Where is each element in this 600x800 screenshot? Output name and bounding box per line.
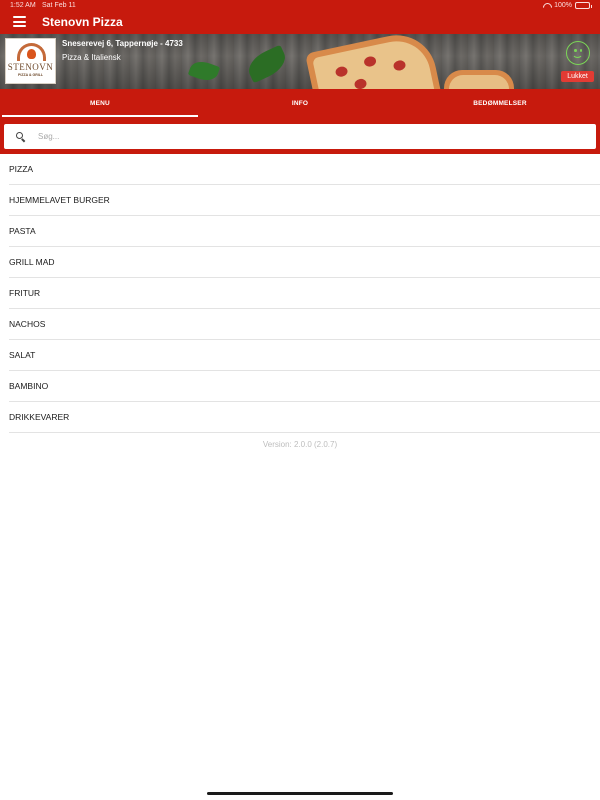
battery-percent: 100% — [554, 2, 572, 9]
tab-bar: MENU INFO BEDØMMELSER — [0, 89, 600, 118]
hamburger-menu-icon[interactable] — [13, 16, 26, 28]
menu-category-item[interactable]: GRILL MAD — [9, 247, 600, 278]
menu-category-item[interactable]: NACHOS — [9, 309, 600, 340]
search-input[interactable] — [38, 128, 578, 145]
menu-category-list: PIZZA HJEMMELAVET BURGER PASTA GRILL MAD… — [9, 154, 600, 433]
restaurant-address: Sneserevej 6, Tappernøje - 4733 — [62, 39, 183, 48]
menu-category-item[interactable]: SALAT — [9, 340, 600, 371]
app-version: Version: 2.0.0 (2.0.7) — [262, 440, 338, 449]
menu-category-item[interactable]: FRITUR — [9, 278, 600, 309]
flame-icon — [27, 49, 36, 59]
app-title: Stenovn Pizza — [42, 15, 123, 29]
logo-subtitle: PIZZA & GRILL — [18, 73, 43, 77]
status-badge: Lukket — [561, 71, 594, 82]
tab-info[interactable]: INFO — [200, 89, 400, 118]
wifi-icon — [542, 3, 551, 9]
status-right: 100% — [542, 2, 592, 9]
battery-icon — [575, 2, 592, 9]
menu-category-item[interactable]: PIZZA — [9, 154, 600, 185]
restaurant-category: Pizza & Italiensk — [62, 53, 121, 62]
search-icon — [16, 132, 25, 141]
happy-smiley-icon[interactable] — [566, 41, 590, 65]
search-box[interactable] — [4, 124, 596, 149]
status-time: 1:52 AM — [10, 2, 36, 9]
tab-menu[interactable]: MENU — [0, 89, 200, 118]
restaurant-logo: STENOVN PIZZA & GRILL — [5, 38, 56, 84]
status-bar: 1:52 AM Sat Feb 11 100% — [0, 0, 600, 12]
menu-category-item[interactable]: HJEMMELAVET BURGER — [9, 185, 600, 216]
status-date: Sat Feb 11 — [42, 2, 76, 9]
app-bar: Stenovn Pizza — [0, 12, 600, 34]
menu-category-item[interactable]: PASTA — [9, 216, 600, 247]
menu-category-item[interactable]: BAMBINO — [9, 371, 600, 402]
tab-reviews[interactable]: BEDØMMELSER — [400, 89, 600, 118]
search-bar — [0, 118, 600, 154]
logo-name: STENOVN — [7, 62, 54, 72]
menu-category-item[interactable]: DRIKKEVARER — [9, 402, 600, 433]
home-indicator[interactable] — [207, 792, 393, 795]
